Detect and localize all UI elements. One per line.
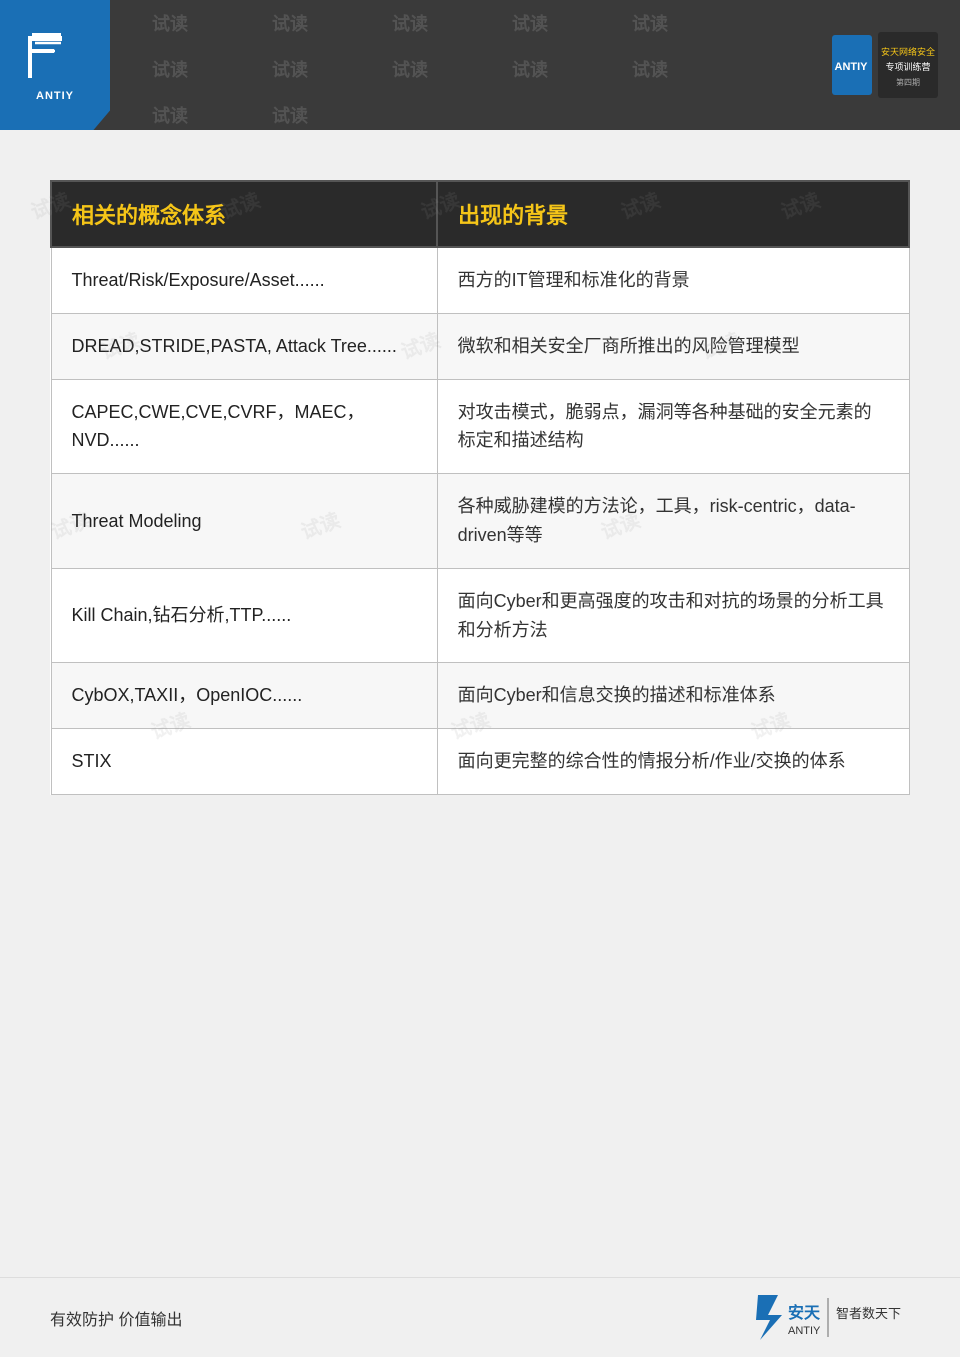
col1-header: 相关的概念体系 xyxy=(51,181,437,247)
wm-4: 试读 xyxy=(470,0,590,46)
table-row: STIX面向更完整的综合性的情报分析/作业/交换的体系 xyxy=(51,729,909,795)
table-row: DREAD,STRIDE,PASTA, Attack Tree......微软和… xyxy=(51,313,909,379)
watermark-grid: 试读 试读 试读 试读 试读 试读 试读 试读 试读 试读 试读 试读 xyxy=(110,0,825,130)
cell-left-0: Threat/Risk/Exposure/Asset...... xyxy=(51,247,437,313)
logo-box: ANTIY xyxy=(0,0,110,130)
cell-right-2: 对攻击模式，脆弱点，漏洞等各种基础的安全元素的标定和描述结构 xyxy=(437,379,909,474)
svg-text:ANTIY: ANTIY xyxy=(788,1325,821,1337)
wm-11: 试读 xyxy=(110,92,230,130)
wm-6: 试读 xyxy=(110,46,230,92)
cell-left-3: Threat Modeling xyxy=(51,474,437,569)
wm-7: 试读 xyxy=(230,46,350,92)
svg-text:安天: 安天 xyxy=(788,1303,821,1322)
wm-9: 试读 xyxy=(470,46,590,92)
footer-brand-icon: 安天 ANTIY 智者数天下 xyxy=(750,1290,910,1345)
footer-logo: 安天 ANTIY 智者数天下 xyxy=(750,1290,910,1345)
table-row: Kill Chain,钻石分析,TTP......面向Cyber和更高强度的攻击… xyxy=(51,568,909,663)
cell-left-5: CybOX,TAXII，OpenIOC...... xyxy=(51,663,437,729)
wm-3: 试读 xyxy=(350,0,470,46)
header-brand-icon: ANTIY 安天网络安全 专项训练营 第四期 xyxy=(830,30,940,100)
svg-text:智者数天下: 智者数天下 xyxy=(836,1306,901,1321)
wm-1: 试读 xyxy=(110,0,230,46)
cell-right-6: 面向更完整的综合性的情报分析/作业/交换的体系 xyxy=(437,729,909,795)
table-row: CAPEC,CWE,CVE,CVRF，MAEC，NVD......对攻击模式，脆… xyxy=(51,379,909,474)
wm-12: 试读 xyxy=(230,92,350,130)
cell-right-4: 面向Cyber和更高强度的攻击和对抗的场景的分析工具和分析方法 xyxy=(437,568,909,663)
table-row: Threat Modeling各种威胁建模的方法论，工具，risk-centri… xyxy=(51,474,909,569)
main-content: 试读 试读 试读 试读 试读 试读 试读 试读 试读 试读 试读 试读 试读 试… xyxy=(0,130,960,835)
cell-left-4: Kill Chain,钻石分析,TTP...... xyxy=(51,568,437,663)
col2-header: 出现的背景 xyxy=(437,181,909,247)
table-row: CybOX,TAXII，OpenIOC......面向Cyber和信息交换的描述… xyxy=(51,663,909,729)
cell-right-1: 微软和相关安全厂商所推出的风险管理模型 xyxy=(437,313,909,379)
footer-tagline: 有效防护 价值输出 xyxy=(50,1306,182,1330)
logo-text: ANTIY xyxy=(36,90,74,102)
svg-text:第四期: 第四期 xyxy=(896,77,920,87)
wm-2: 试读 xyxy=(230,0,350,46)
cell-left-1: DREAD,STRIDE,PASTA, Attack Tree...... xyxy=(51,313,437,379)
cell-right-5: 面向Cyber和信息交换的描述和标准体系 xyxy=(437,663,909,729)
svg-text:专项训练营: 专项训练营 xyxy=(885,61,930,72)
wm-5: 试读 xyxy=(590,0,710,46)
header: ANTIY 试读 试读 试读 试读 试读 试读 试读 试读 试读 试读 试读 试… xyxy=(0,0,960,130)
antiy-logo-icon xyxy=(23,28,88,88)
footer: 有效防护 价值输出 安天 ANTIY 智者数天下 xyxy=(0,1277,960,1357)
header-right-logo: ANTIY 安天网络安全 专项训练营 第四期 xyxy=(825,25,945,105)
cell-right-0: 西方的IT管理和标准化的背景 xyxy=(437,247,909,313)
wm-10: 试读 xyxy=(590,46,710,92)
cell-left-6: STIX xyxy=(51,729,437,795)
svg-text:ANTIY: ANTIY xyxy=(835,61,869,73)
table-row: Threat/Risk/Exposure/Asset......西方的IT管理和… xyxy=(51,247,909,313)
header-watermark-area: 试读 试读 试读 试读 试读 试读 试读 试读 试读 试读 试读 试读 xyxy=(110,0,825,130)
cell-left-2: CAPEC,CWE,CVE,CVRF，MAEC，NVD...... xyxy=(51,379,437,474)
cell-right-3: 各种威胁建模的方法论，工具，risk-centric，data-driven等等 xyxy=(437,474,909,569)
wm-8: 试读 xyxy=(350,46,470,92)
svg-text:安天网络安全: 安天网络安全 xyxy=(881,46,935,57)
concept-table: 相关的概念体系 出现的背景 Threat/Risk/Exposure/Asset… xyxy=(50,180,910,795)
